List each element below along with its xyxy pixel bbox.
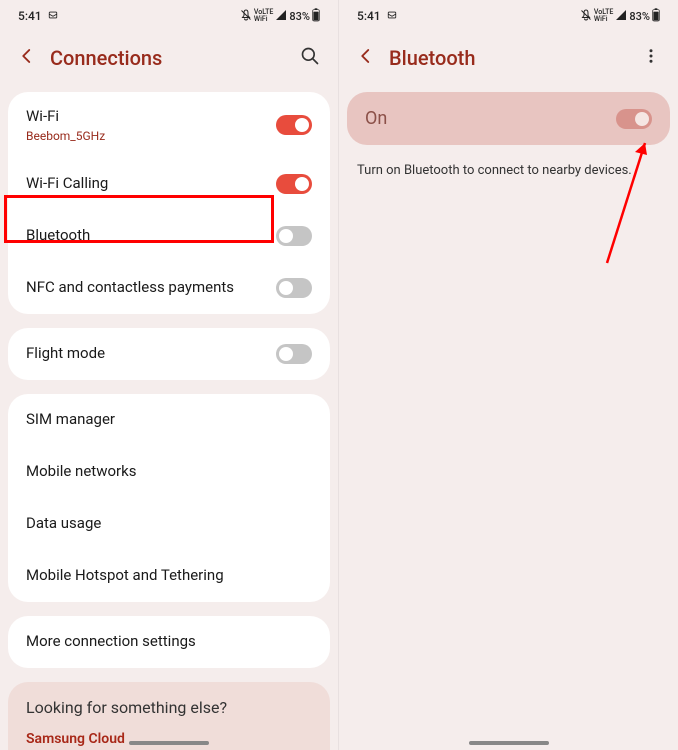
status-time: 5:41 bbox=[18, 9, 42, 23]
bluetooth-on-card: On bbox=[347, 92, 670, 145]
status-bar: 5:41 VoLTEWiFi 83% bbox=[0, 0, 338, 28]
mobile-networks-row[interactable]: Mobile networks bbox=[8, 446, 330, 498]
more-settings-row[interactable]: More connection settings bbox=[8, 616, 330, 668]
wifi-calling-toggle[interactable] bbox=[276, 174, 312, 194]
bluetooth-master-toggle[interactable] bbox=[616, 109, 652, 129]
battery-icon bbox=[652, 8, 660, 25]
wifi-calling-row[interactable]: Wi-Fi Calling bbox=[8, 158, 330, 210]
search-icon[interactable] bbox=[300, 46, 320, 70]
bluetooth-help-text: Turn on Bluetooth to connect to nearby d… bbox=[339, 159, 678, 182]
signal-bars-icon bbox=[615, 9, 627, 24]
settings-card: More connection settings bbox=[8, 616, 330, 668]
header: Bluetooth bbox=[339, 28, 678, 92]
nfc-toggle[interactable] bbox=[276, 278, 312, 298]
bluetooth-row[interactable]: Bluetooth bbox=[8, 210, 330, 262]
status-bar: 5:41 VoLTEWiFi 83% bbox=[339, 0, 678, 28]
sim-manager-row[interactable]: SIM manager bbox=[8, 394, 330, 446]
hotspot-label: Mobile Hotspot and Tethering bbox=[26, 566, 224, 586]
connections-screen: 5:41 VoLTEWiFi 83% Connections bbox=[0, 0, 339, 750]
settings-card: Flight mode bbox=[8, 328, 330, 380]
flight-mode-toggle[interactable] bbox=[276, 344, 312, 364]
battery-percent: 83% bbox=[289, 10, 310, 23]
back-icon[interactable] bbox=[18, 47, 36, 69]
bluetooth-toggle[interactable] bbox=[276, 226, 312, 246]
signal-icon: VoLTEWiFi bbox=[594, 9, 613, 23]
notification-icon bbox=[387, 9, 397, 23]
arrow-annotation bbox=[597, 128, 657, 268]
wifi-sublabel: Beebom_5GHz bbox=[26, 129, 105, 143]
wifi-row[interactable]: Wi-Fi Beebom_5GHz bbox=[8, 92, 330, 158]
search-suggestions-card: Looking for something else? Samsung Clou… bbox=[8, 682, 330, 750]
sim-manager-label: SIM manager bbox=[26, 410, 115, 430]
nav-indicator[interactable] bbox=[129, 741, 209, 745]
nfc-row[interactable]: NFC and contactless payments bbox=[8, 262, 330, 314]
settings-card: SIM manager Mobile networks Data usage M… bbox=[8, 394, 330, 602]
header: Connections bbox=[0, 28, 338, 92]
nav-indicator[interactable] bbox=[469, 741, 549, 745]
wifi-calling-label: Wi-Fi Calling bbox=[26, 174, 108, 194]
bluetooth-screen: 5:41 VoLTEWiFi 83% Bluetooth bbox=[339, 0, 678, 750]
on-label: On bbox=[365, 108, 387, 129]
data-usage-label: Data usage bbox=[26, 514, 101, 534]
bluetooth-label: Bluetooth bbox=[26, 226, 90, 246]
search-suggestions-title: Looking for something else? bbox=[26, 698, 312, 717]
page-title: Connections bbox=[50, 46, 286, 70]
nfc-label: NFC and contactless payments bbox=[26, 278, 234, 298]
page-title: Bluetooth bbox=[389, 46, 628, 70]
signal-bars-icon bbox=[275, 9, 287, 24]
wifi-label: Wi-Fi bbox=[26, 107, 105, 127]
notification-icon bbox=[48, 9, 58, 23]
status-time: 5:41 bbox=[357, 9, 381, 23]
back-icon[interactable] bbox=[357, 47, 375, 69]
wifi-toggle[interactable] bbox=[276, 115, 312, 135]
settings-card: Wi-Fi Beebom_5GHz Wi-Fi Calling Bluetoot… bbox=[8, 92, 330, 314]
signal-icon: VoLTEWiFi bbox=[254, 9, 273, 23]
mobile-networks-label: Mobile networks bbox=[26, 462, 136, 482]
battery-icon bbox=[312, 8, 320, 25]
flight-mode-label: Flight mode bbox=[26, 344, 105, 364]
hotspot-row[interactable]: Mobile Hotspot and Tethering bbox=[8, 550, 330, 602]
more-icon[interactable] bbox=[642, 47, 660, 69]
battery-percent: 83% bbox=[629, 10, 650, 23]
flight-mode-row[interactable]: Flight mode bbox=[8, 328, 330, 380]
data-usage-row[interactable]: Data usage bbox=[8, 498, 330, 550]
more-settings-label: More connection settings bbox=[26, 632, 196, 652]
mute-icon bbox=[580, 9, 592, 24]
mute-icon bbox=[240, 9, 252, 24]
